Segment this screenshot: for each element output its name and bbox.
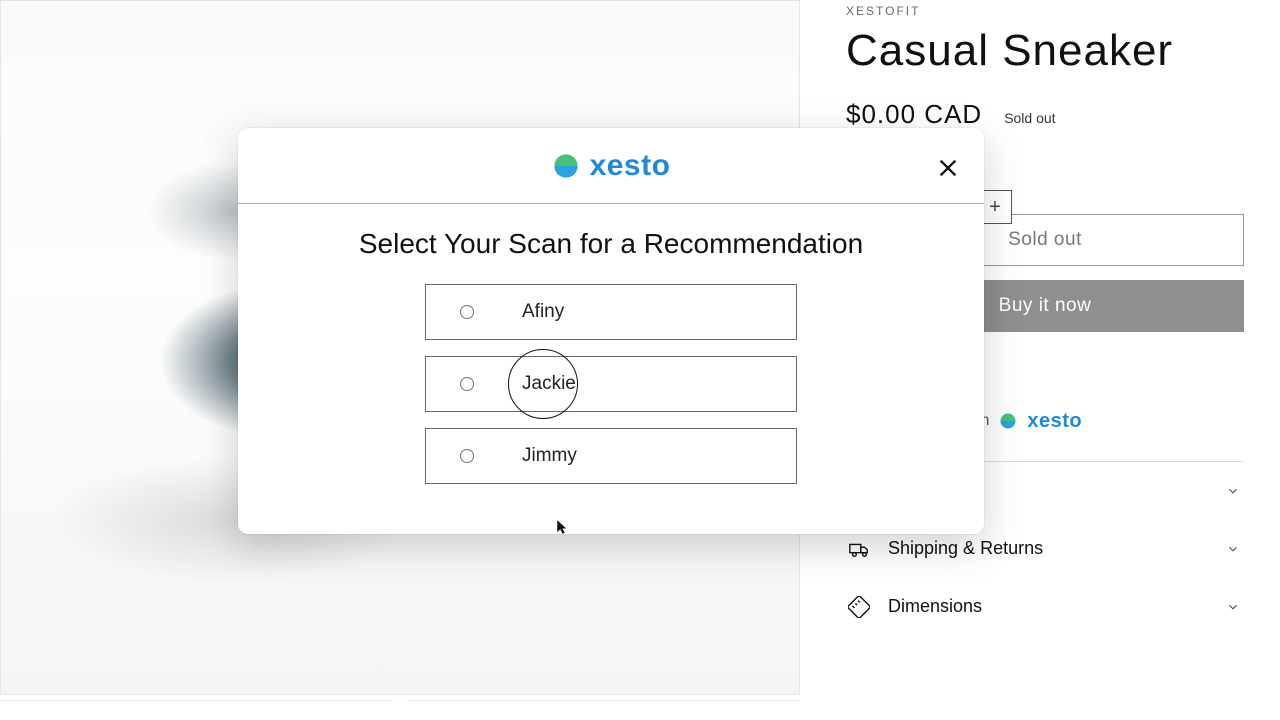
with-xesto-row[interactable]: th xesto bbox=[976, 410, 1246, 433]
truck-icon bbox=[848, 538, 870, 560]
radio-icon bbox=[460, 377, 474, 391]
radio-icon bbox=[460, 449, 474, 463]
brand-label: XESTOFIT bbox=[846, 4, 1246, 18]
thumbnail[interactable] bbox=[0, 700, 393, 720]
xesto-logo-icon bbox=[999, 412, 1017, 430]
ruler-icon bbox=[848, 596, 870, 618]
radio-icon bbox=[460, 305, 474, 319]
chevron-down-icon bbox=[1226, 600, 1240, 614]
thumbnail-strip bbox=[0, 700, 800, 720]
close-icon bbox=[937, 157, 959, 179]
scan-option-jackie[interactable]: Jackie bbox=[425, 356, 797, 412]
xesto-logo: xesto bbox=[552, 149, 671, 183]
xesto-wordmark: xesto bbox=[1027, 410, 1082, 433]
cursor-icon bbox=[552, 518, 570, 534]
product-title: Casual Sneaker bbox=[846, 26, 1246, 77]
product-price: $0.00 CAD bbox=[846, 99, 982, 130]
xesto-logo-icon bbox=[552, 152, 580, 180]
chevron-down-icon bbox=[1226, 542, 1240, 556]
scan-select-modal: xesto Select Your Scan for a Recommendat… bbox=[238, 128, 984, 534]
chevron-down-icon bbox=[1226, 484, 1240, 498]
modal-title: Select Your Scan for a Recommendation bbox=[238, 228, 984, 260]
xesto-wordmark: xesto bbox=[590, 149, 671, 183]
accordion-dimensions[interactable]: Dimensions bbox=[846, 578, 1244, 636]
accordion-label: Dimensions bbox=[888, 596, 982, 617]
scan-option-afiny[interactable]: Afiny bbox=[425, 284, 797, 340]
scan-option-label: Jimmy bbox=[522, 445, 577, 467]
close-button[interactable] bbox=[932, 152, 964, 184]
scan-option-jimmy[interactable]: Jimmy bbox=[425, 428, 797, 484]
scan-option-label: Jackie bbox=[522, 373, 576, 395]
accordion-label: Shipping & Returns bbox=[888, 538, 1043, 559]
scan-option-label: Afiny bbox=[522, 301, 564, 323]
soldout-badge: Sold out bbox=[1004, 110, 1055, 126]
thumbnail[interactable] bbox=[407, 700, 800, 720]
